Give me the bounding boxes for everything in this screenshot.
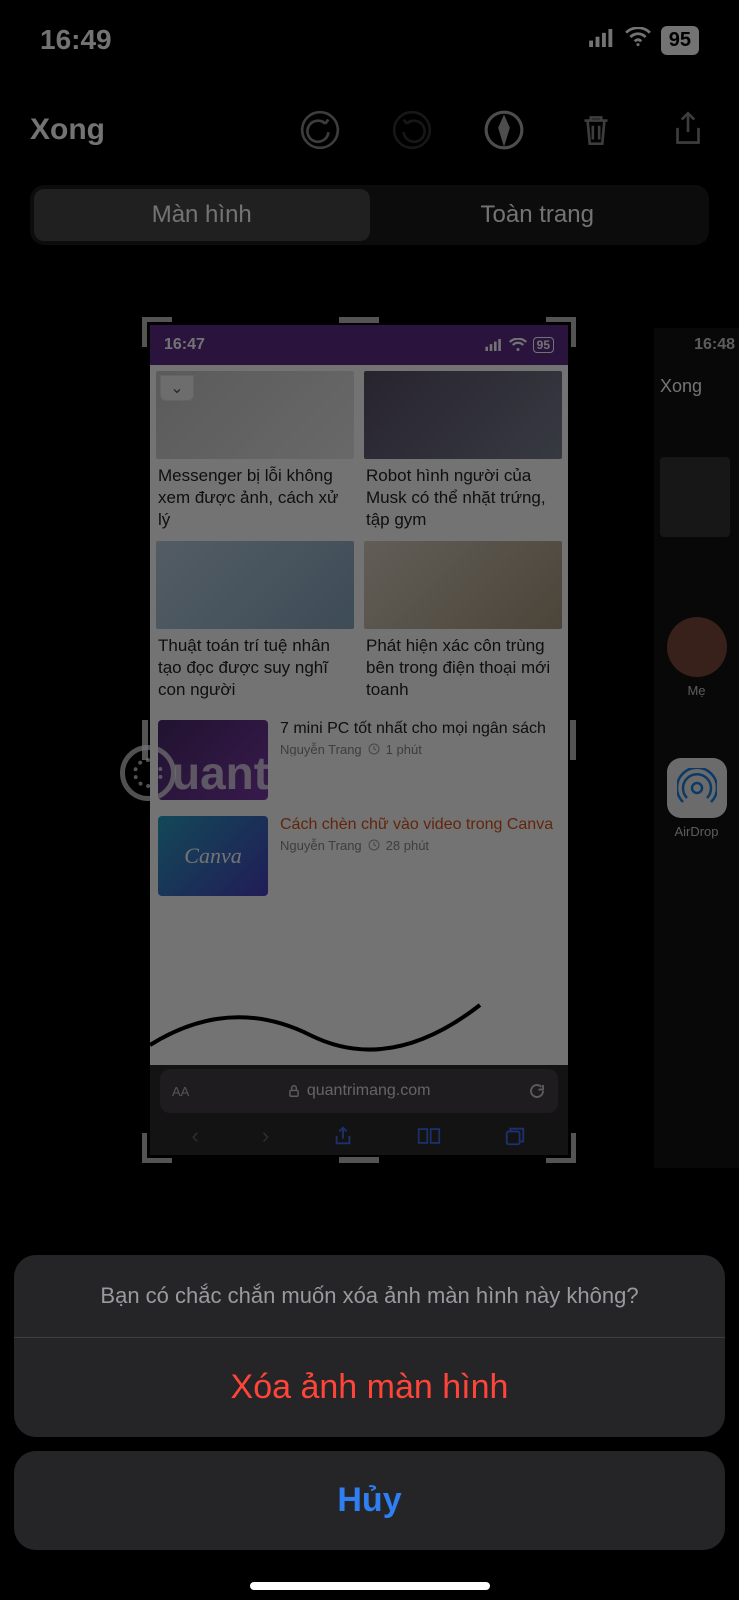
inner-signal-icon <box>485 339 503 351</box>
crop-handle-top[interactable] <box>339 317 379 323</box>
delete-screenshot-button[interactable]: Xóa ảnh màn hình <box>14 1338 725 1437</box>
wifi-icon <box>625 27 651 53</box>
chevron-down-icon: ⌄ <box>160 375 194 401</box>
article-thumb <box>364 541 562 629</box>
trash-icon[interactable] <box>575 109 617 151</box>
list-time: 28 phút <box>386 838 429 853</box>
contact-avatar <box>667 617 727 677</box>
peek-done: Xong <box>654 362 739 397</box>
list-author: Nguyễn Trang <box>280 742 362 757</box>
cancel-button[interactable]: Hủy <box>14 1451 725 1550</box>
inner-screenshot-content: 16:47 95 ⌄ Messenger bị lỗi không xem đư… <box>150 325 568 1155</box>
reload-icon <box>528 1082 546 1100</box>
url-text: quantrimang.com <box>307 1082 431 1100</box>
next-screenshot-peek[interactable]: 16:48 Xong Mẹ AirDrop <box>654 328 739 1168</box>
list-item: Canva Cách chèn chữ vào video trong Canv… <box>156 808 562 904</box>
crop-handle-bottom[interactable] <box>339 1157 379 1163</box>
action-sheet: Bạn có chắc chắn muốn xóa ảnh màn hình n… <box>14 1255 725 1550</box>
home-indicator[interactable] <box>250 1582 490 1590</box>
safari-toolbar: ‹ › <box>150 1117 568 1155</box>
screenshot-preview[interactable]: 16:47 95 ⌄ Messenger bị lỗi không xem đư… <box>150 325 568 1155</box>
undo-icon[interactable] <box>299 109 341 151</box>
tab-screen[interactable]: Màn hình <box>34 189 370 241</box>
signal-icon <box>589 27 615 53</box>
segmented-control: Màn hình Toàn trang <box>30 185 709 245</box>
peek-thumb <box>660 457 730 537</box>
inner-safari-chrome: AA quantrimang.com ‹ › <box>150 1065 568 1155</box>
article-thumb <box>364 371 562 459</box>
aa-button: AA <box>172 1084 189 1099</box>
list-title: 7 mini PC tốt nhất cho mọi ngân sách <box>280 720 560 738</box>
redo-icon[interactable] <box>391 109 433 151</box>
bookmarks-icon <box>417 1125 441 1147</box>
inner-status-bar: 16:47 95 <box>150 325 568 365</box>
list-thumb <box>158 720 268 800</box>
crop-handle-left[interactable] <box>142 720 148 760</box>
article-caption: Robot hình người của Musk có thể nhặt tr… <box>364 459 562 541</box>
inner-wifi-icon <box>509 338 527 352</box>
done-button[interactable]: Xong <box>30 113 105 147</box>
airdrop-icon <box>667 758 727 818</box>
list-author: Nguyễn Trang <box>280 838 362 853</box>
article-caption: Phát hiện xác côn trùng bên trong điện t… <box>364 629 562 711</box>
share-icon <box>332 1125 354 1147</box>
clock-icon <box>368 743 380 755</box>
peek-time: 16:48 <box>654 328 739 362</box>
battery-indicator: 95 <box>661 26 699 55</box>
url-bar: AA quantrimang.com <box>160 1069 558 1113</box>
markup-toolbar: Xong <box>0 90 739 170</box>
airdrop-label: AirDrop <box>654 824 739 839</box>
status-right: 95 <box>589 26 699 55</box>
inner-time: 16:47 <box>164 336 205 354</box>
forward-icon: › <box>262 1123 269 1149</box>
article-caption: Messenger bị lỗi không xem được ảnh, các… <box>156 459 354 541</box>
list-item: 7 mini PC tốt nhất cho mọi ngân sách Ngu… <box>156 712 562 808</box>
article-thumb <box>156 541 354 629</box>
back-icon: ‹ <box>192 1123 199 1149</box>
tab-fullpage[interactable]: Toàn trang <box>370 189 706 241</box>
crop-handle-right[interactable] <box>570 720 576 760</box>
contact-label: Mẹ <box>654 683 739 698</box>
list-thumb: Canva <box>158 816 268 896</box>
clock-icon <box>368 839 380 851</box>
article-caption: Thuật toán trí tuệ nhân tạo đọc được suy… <box>156 629 354 711</box>
status-bar: 16:49 95 <box>0 0 739 80</box>
list-title: Cách chèn chữ vào video trong Canva <box>280 816 560 834</box>
article-thumb: ⌄ <box>156 371 354 459</box>
sheet-message: Bạn có chắc chắn muốn xóa ảnh màn hình n… <box>14 1255 725 1338</box>
inner-battery: 95 <box>533 337 554 353</box>
tabs-icon <box>504 1125 526 1147</box>
share-icon[interactable] <box>667 109 709 151</box>
status-time: 16:49 <box>40 24 112 56</box>
list-time: 1 phút <box>386 742 422 757</box>
lock-icon <box>287 1084 301 1098</box>
markup-pen-icon[interactable] <box>483 109 525 151</box>
